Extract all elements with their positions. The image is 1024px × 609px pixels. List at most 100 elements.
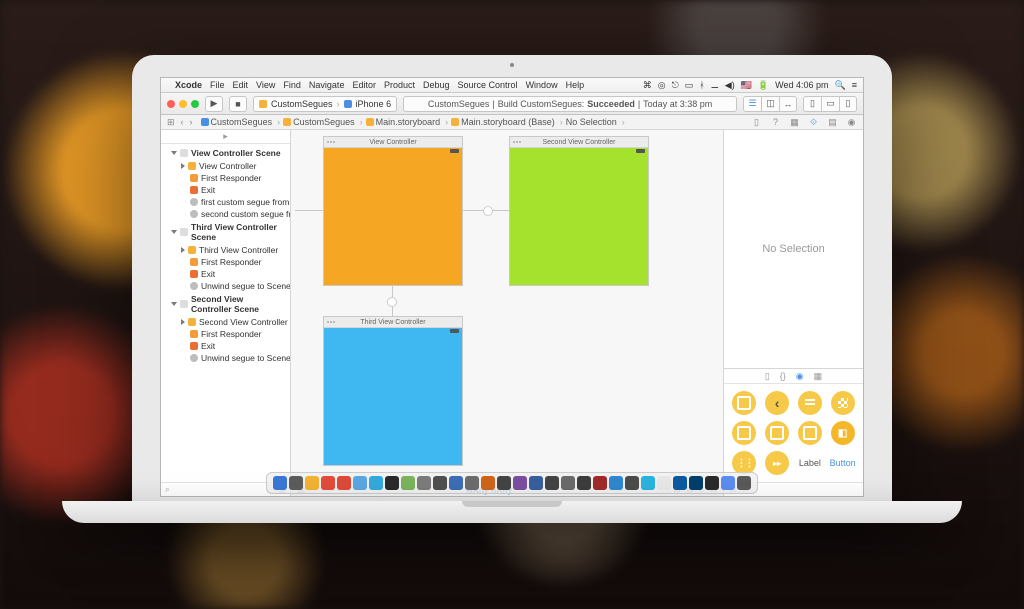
breadcrumb[interactable]: CustomSegues bbox=[283, 117, 366, 127]
close-window-button[interactable] bbox=[167, 100, 175, 108]
clock[interactable]: Wed 4:06 pm bbox=[775, 80, 828, 90]
bluetooth-icon[interactable]: ᚼ bbox=[699, 80, 704, 90]
dock-app-icon[interactable] bbox=[513, 476, 527, 490]
outline-row[interactable]: second custom segue from View... bbox=[161, 208, 290, 220]
connections-inspector-icon[interactable]: ◉ bbox=[846, 117, 857, 128]
back-button[interactable]: ‹ bbox=[181, 117, 184, 128]
menubar-item[interactable]: File bbox=[210, 80, 225, 90]
outline-row[interactable]: first custom segue from View Co... bbox=[161, 196, 290, 208]
file-template-lib-icon[interactable]: ▯ bbox=[765, 371, 770, 382]
vc2-view[interactable] bbox=[510, 148, 648, 285]
menubar-item[interactable]: Window bbox=[526, 80, 558, 90]
battery-icon[interactable]: 🔋 bbox=[758, 80, 769, 91]
code-snippet-lib-icon[interactable]: {} bbox=[780, 371, 786, 381]
identity-inspector-icon[interactable]: ▦ bbox=[789, 117, 800, 128]
breadcrumb[interactable]: Main.storyboard (Base) bbox=[451, 117, 566, 127]
volume-icon[interactable]: ◀︎) bbox=[725, 80, 735, 91]
breadcrumb[interactable]: No Selection bbox=[566, 117, 628, 127]
airplay-icon[interactable]: ▭ bbox=[685, 80, 694, 91]
notification-icon[interactable]: ≡ bbox=[852, 80, 857, 90]
scheme-selector[interactable]: CustomSegues › iPhone 6 bbox=[253, 96, 397, 112]
lib-tab-bar-controller[interactable] bbox=[730, 420, 759, 446]
status-icon[interactable]: ◎ bbox=[658, 80, 666, 91]
outline-row[interactable]: First Responder bbox=[161, 328, 290, 340]
wifi-icon[interactable]: ⚊ bbox=[711, 80, 719, 91]
menubar-item[interactable]: Debug bbox=[423, 80, 450, 90]
menubar-item[interactable]: Help bbox=[566, 80, 585, 90]
dock-app-icon[interactable] bbox=[497, 476, 511, 490]
menubar-app[interactable]: Xcode bbox=[175, 80, 202, 90]
view-controller-scene-1[interactable]: View Controller bbox=[323, 136, 463, 286]
dock-app-icon[interactable] bbox=[545, 476, 559, 490]
lib-button[interactable]: Button bbox=[828, 450, 857, 476]
dock-app-icon[interactable] bbox=[625, 476, 639, 490]
dock-app-icon[interactable] bbox=[385, 476, 399, 490]
dock-app-icon[interactable] bbox=[289, 476, 303, 490]
outline-row[interactable]: First Responder bbox=[161, 256, 290, 268]
outline-row[interactable]: View Controller bbox=[161, 160, 290, 172]
view-controller-scene-3[interactable]: Third View Controller bbox=[323, 316, 463, 466]
menubar-item[interactable]: Editor bbox=[352, 80, 376, 90]
dock-app-icon[interactable] bbox=[673, 476, 687, 490]
dock-app-icon[interactable] bbox=[273, 476, 287, 490]
lib-avkit-vc[interactable] bbox=[763, 450, 792, 476]
lib-collection-vc[interactable] bbox=[828, 390, 857, 416]
lib-view-controller[interactable] bbox=[730, 390, 759, 416]
project-nav-icon[interactable]: ▸ bbox=[223, 131, 228, 142]
dock-app-icon[interactable] bbox=[689, 476, 703, 490]
outline-row[interactable]: Exit bbox=[161, 340, 290, 352]
outline-row[interactable]: Unwind segue to Scene Exit Pla... bbox=[161, 352, 290, 364]
dock-app-icon[interactable] bbox=[657, 476, 671, 490]
dock-app-icon[interactable] bbox=[369, 476, 383, 490]
dock-app-icon[interactable] bbox=[337, 476, 351, 490]
scene-header[interactable]: View Controller Scene bbox=[161, 146, 290, 160]
run-button[interactable]: ▶ bbox=[205, 96, 223, 112]
forward-button[interactable]: › bbox=[190, 117, 193, 128]
lib-page-vc[interactable] bbox=[796, 420, 825, 446]
dock-app-icon[interactable] bbox=[641, 476, 655, 490]
menubar-item[interactable]: Product bbox=[384, 80, 415, 90]
dock-app-icon[interactable] bbox=[433, 476, 447, 490]
dock-app-icon[interactable] bbox=[561, 476, 575, 490]
dock-app-icon[interactable] bbox=[353, 476, 367, 490]
outline-row[interactable]: Unwind segue to Scene Exit Pla... bbox=[161, 280, 290, 292]
dock-app-icon[interactable] bbox=[577, 476, 591, 490]
outline-row[interactable]: Exit bbox=[161, 268, 290, 280]
file-inspector-icon[interactable]: ▯ bbox=[751, 117, 762, 128]
lib-label[interactable]: Label bbox=[796, 450, 825, 476]
stop-button[interactable]: ■ bbox=[229, 96, 247, 112]
dock-app-icon[interactable] bbox=[609, 476, 623, 490]
lib-nav-controller[interactable] bbox=[763, 390, 792, 416]
outline-row[interactable]: First Responder bbox=[161, 172, 290, 184]
dock-app-icon[interactable] bbox=[465, 476, 479, 490]
toggle-inspector-button[interactable]: ▯ bbox=[839, 96, 857, 112]
object-lib-icon[interactable]: ◉ bbox=[796, 371, 804, 382]
dock-app-icon[interactable] bbox=[705, 476, 719, 490]
toggle-navigator-button[interactable]: ▯ bbox=[803, 96, 821, 112]
dock-app-icon[interactable] bbox=[401, 476, 415, 490]
outline-row[interactable]: Second View Controller bbox=[161, 316, 290, 328]
size-inspector-icon[interactable]: ▤ bbox=[827, 117, 838, 128]
status-icon[interactable]: ⌘ bbox=[643, 80, 652, 91]
menubar-item[interactable]: Source Control bbox=[458, 80, 518, 90]
menubar-item[interactable]: Navigate bbox=[309, 80, 345, 90]
media-lib-icon[interactable]: ▦ bbox=[814, 371, 823, 382]
dock-app-icon[interactable] bbox=[737, 476, 751, 490]
dock-app-icon[interactable] bbox=[529, 476, 543, 490]
filter-icon[interactable]: ⌕ bbox=[165, 484, 170, 495]
assistant-editor-button[interactable]: ◫ bbox=[761, 96, 779, 112]
outline-row[interactable]: Third View Controller bbox=[161, 244, 290, 256]
zoom-window-button[interactable] bbox=[191, 100, 199, 108]
segue-node-icon[interactable] bbox=[387, 297, 397, 307]
flag-icon[interactable]: 🇺🇸 bbox=[741, 80, 752, 91]
dock-app-icon[interactable] bbox=[321, 476, 335, 490]
scene-header[interactable]: Second View Controller Scene bbox=[161, 292, 290, 316]
menubar-item[interactable]: View bbox=[256, 80, 275, 90]
dock-app-icon[interactable] bbox=[721, 476, 735, 490]
status-icon[interactable]: ⎋ bbox=[672, 80, 679, 91]
scene-header[interactable]: Third View Controller Scene bbox=[161, 220, 290, 244]
lib-glkit-vc[interactable] bbox=[828, 420, 857, 446]
vc3-view[interactable] bbox=[324, 328, 462, 465]
standard-editor-button[interactable]: ☰ bbox=[743, 96, 761, 112]
toggle-debug-button[interactable]: ▭ bbox=[821, 96, 839, 112]
